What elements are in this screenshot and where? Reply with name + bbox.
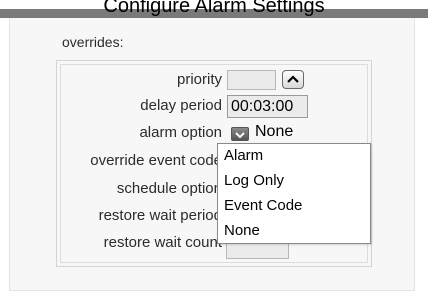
section-label: overrides: [62,34,124,50]
chevron-up-icon [287,75,299,83]
restore-wait-count-label: restore wait count [103,234,222,251]
alarm-option-label: alarm option [139,124,222,141]
window-title: Configure Alarm Settings [103,0,325,17]
priority-label: priority [176,71,222,88]
schedule-option-label: schedule option [116,180,222,197]
menu-item-none[interactable]: None [224,222,260,239]
alarm-option-menu: Alarm Log Only Event Code None [217,143,371,244]
window-title-strip: Configure Alarm Settings [0,0,428,18]
priority-field[interactable] [227,70,276,90]
delay-period-field[interactable]: 00:03:00 [227,95,308,118]
delay-period-label: delay period [140,97,222,114]
override-event-code-label: override event code [90,152,222,169]
alarm-option-value[interactable]: None [255,123,293,141]
restore-wait-period-label: restore wait period [98,207,222,224]
priority-spin-button[interactable] [282,70,304,89]
menu-item-alarm[interactable]: Alarm [224,147,263,164]
chevron-down-icon [235,132,245,139]
menu-item-log-only[interactable]: Log Only [224,172,284,189]
menu-item-event-code[interactable]: Event Code [224,197,302,214]
alarm-option-dropdown-button[interactable] [231,127,249,141]
